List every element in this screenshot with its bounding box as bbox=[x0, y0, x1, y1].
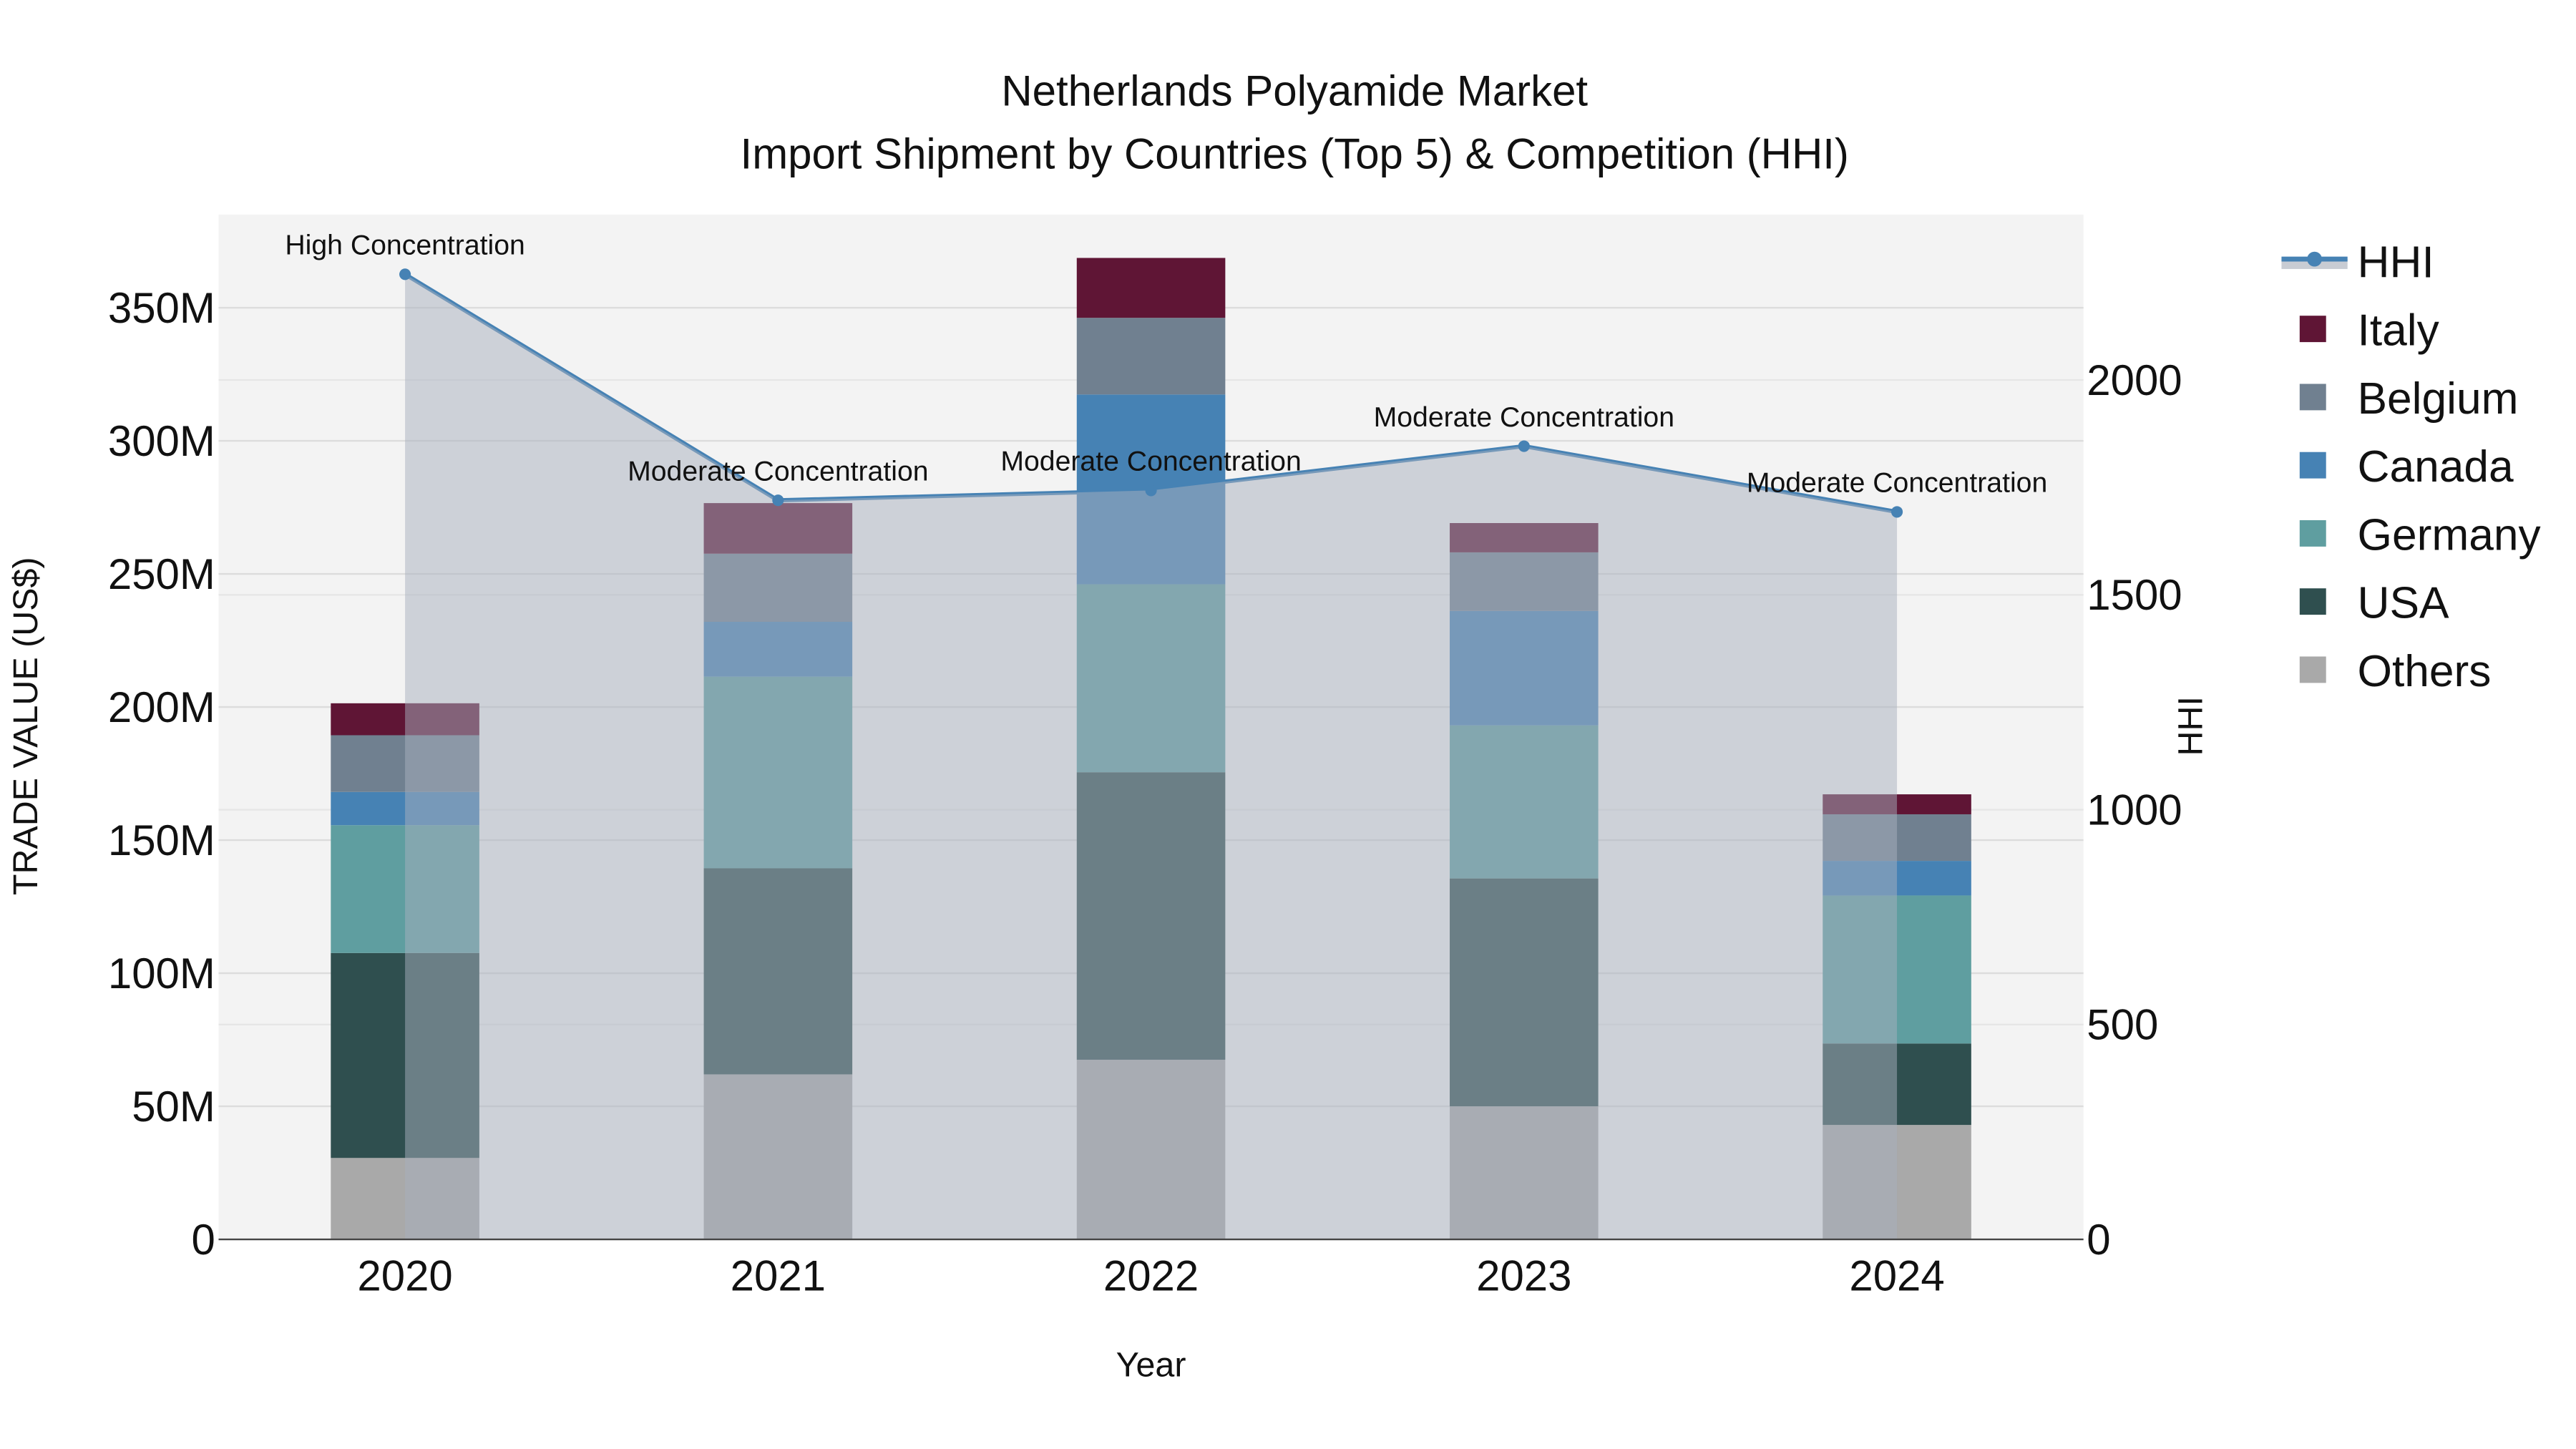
x-axis-label: Year bbox=[1116, 1346, 1186, 1385]
legend-label-canada: Canada bbox=[2358, 442, 2514, 492]
y-tick-label: 200M bbox=[108, 683, 215, 731]
chart: High Concentration Moderate Concentration… bbox=[6, 67, 2542, 1385]
bar-belgium-2022 bbox=[1076, 318, 1226, 395]
y-tick-label: 300M bbox=[108, 417, 215, 465]
x-axis-ticks: 2020 2021 2022 2023 2024 bbox=[357, 1252, 1944, 1300]
y2-axis-ticks: 0 500 1000 1500 2000 bbox=[2087, 356, 2182, 1264]
legend-label-belgium: Belgium bbox=[2358, 374, 2519, 424]
y2-tick-label: 1500 bbox=[2087, 571, 2182, 619]
x-tick-label: 2024 bbox=[1849, 1252, 1944, 1300]
legend-hhi-marker bbox=[2307, 251, 2322, 267]
y-tick-label: 50M bbox=[132, 1083, 215, 1131]
legend: HHI Italy Belgium Canada Germany USA Others bbox=[2281, 238, 2541, 696]
hhi-marker-2022 bbox=[1145, 484, 1157, 497]
hhi-annotation: Moderate Concentration bbox=[1747, 468, 2047, 499]
hhi-annotation: Moderate Concentration bbox=[628, 457, 928, 487]
legend-label-germany: Germany bbox=[2358, 510, 2542, 560]
legend-swatch-belgium bbox=[2299, 384, 2326, 411]
y2-tick-label: 500 bbox=[2087, 1001, 2158, 1049]
hhi-annotation: Moderate Concentration bbox=[1000, 447, 1301, 477]
y2-tick-label: 1000 bbox=[2087, 786, 2182, 834]
legend-label-hhi: HHI bbox=[2358, 238, 2434, 287]
bar-italy-2022 bbox=[1076, 258, 1226, 318]
y-tick-label: 250M bbox=[108, 550, 215, 598]
x-tick-label: 2020 bbox=[357, 1252, 452, 1300]
hhi-annotation: Moderate Concentration bbox=[1374, 402, 1674, 433]
chart-subtitle: Import Shipment by Countries (Top 5) & C… bbox=[741, 130, 1849, 177]
y-tick-label: 350M bbox=[108, 284, 215, 332]
chart-title: Netherlands Polyamide Market bbox=[1001, 67, 1588, 115]
y-tick-label: 150M bbox=[108, 816, 215, 864]
y-tick-label: 100M bbox=[108, 950, 215, 997]
hhi-marker-2023 bbox=[1518, 440, 1530, 452]
hhi-marker-2020 bbox=[399, 268, 411, 280]
legend-swatch-others bbox=[2299, 656, 2326, 683]
x-tick-label: 2021 bbox=[731, 1252, 826, 1300]
hhi-marker-2021 bbox=[772, 494, 784, 507]
y-tick-label: 0 bbox=[192, 1216, 215, 1264]
legend-swatch-italy bbox=[2299, 316, 2326, 343]
legend-label-others: Others bbox=[2358, 647, 2492, 696]
legend-swatch-canada bbox=[2299, 452, 2326, 479]
y-axis-label: TRADE VALUE (US$) bbox=[6, 557, 45, 895]
x-tick-label: 2023 bbox=[1476, 1252, 1571, 1300]
y2-tick-label: 0 bbox=[2087, 1216, 2110, 1264]
legend-swatch-usa bbox=[2299, 588, 2326, 615]
x-tick-label: 2022 bbox=[1103, 1252, 1199, 1300]
hhi-marker-2024 bbox=[1890, 506, 1903, 518]
hhi-annotation: High Concentration bbox=[285, 230, 525, 261]
y2-tick-label: 2000 bbox=[2087, 356, 2182, 404]
legend-label-usa: USA bbox=[2358, 579, 2449, 628]
legend-label-italy: Italy bbox=[2358, 306, 2440, 356]
y2-axis-label: HHI bbox=[2172, 696, 2210, 756]
legend-swatch-germany bbox=[2299, 519, 2326, 547]
y-axis-ticks: 0 50M 100M 150M 200M 250M 300M 350M bbox=[108, 284, 215, 1264]
